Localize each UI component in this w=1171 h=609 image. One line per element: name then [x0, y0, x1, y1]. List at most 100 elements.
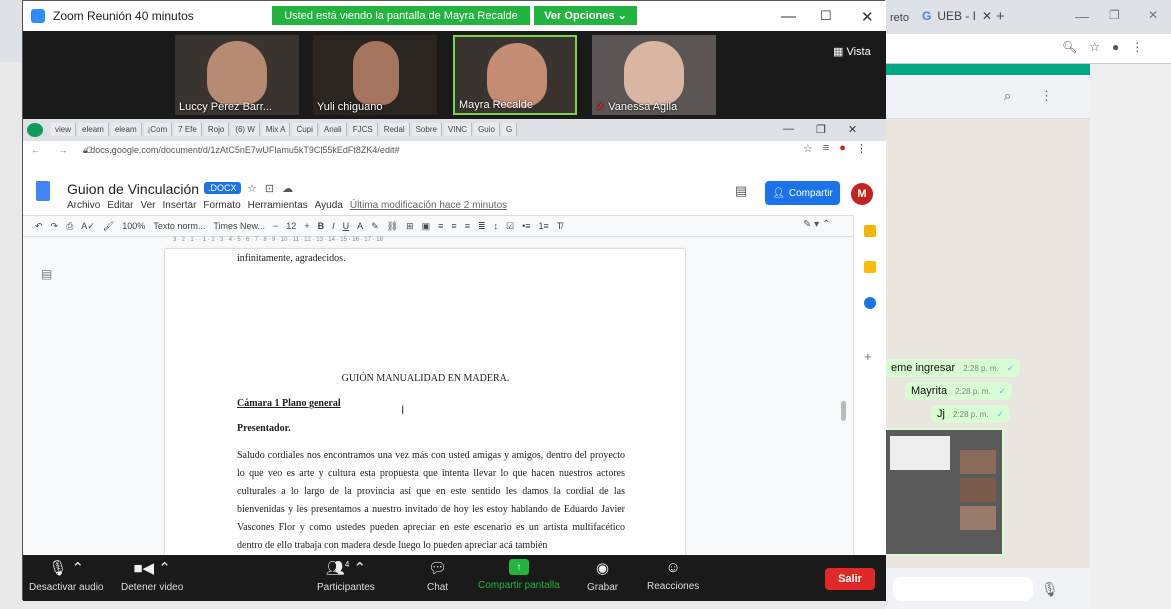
browser-tab[interactable]: (6) W: [231, 122, 260, 136]
address-bar[interactable]: ← → C ⌂ 🔒︎ docs.google.com/document/d/1zA…: [23, 141, 886, 159]
menu-item[interactable]: Editar: [107, 200, 133, 211]
leave-button[interactable]: Salir: [825, 568, 875, 590]
chat-button[interactable]: 💬︎ Chat: [427, 559, 448, 593]
browser-tab[interactable]: eleam: [78, 122, 109, 136]
chat-image-thumbnail[interactable]: [884, 428, 1004, 556]
scrollbar-thumb[interactable]: [841, 401, 846, 421]
browser-tab[interactable]: view: [51, 122, 77, 136]
new-tab-button[interactable]: +: [996, 8, 1005, 25]
print-icon[interactable]: ⎙: [66, 221, 73, 232]
browser-tab[interactable]: Guio: [474, 122, 500, 136]
browser-tab[interactable]: eleam: [110, 122, 142, 136]
browser-tab[interactable]: Anali: [319, 122, 347, 136]
google-docs-icon[interactable]: [36, 181, 50, 201]
editing-mode-icon[interactable]: ✎ ▾ ⌃: [803, 219, 830, 230]
microphone-icon[interactable]: 🎙︎: [1041, 581, 1059, 598]
chat-menu-icon[interactable]: ⋮: [1040, 88, 1053, 104]
browser-tab[interactable]: G: [501, 122, 518, 136]
calendar-icon[interactable]: [864, 297, 876, 309]
numbered-list-icon[interactable]: 1≡: [538, 221, 548, 231]
browser-tab[interactable]: FJCS: [348, 122, 378, 136]
font-size-input[interactable]: 12: [286, 221, 296, 231]
browser-tab[interactable]: Mix A: [261, 122, 291, 136]
align-right-icon[interactable]: ≡: [465, 221, 470, 231]
share-button[interactable]: 👤︎ Compartir: [765, 181, 840, 205]
zoom-minimize-icon[interactable]: —: [781, 8, 796, 25]
clear-format-icon[interactable]: T̸: [557, 221, 563, 231]
participant-tile-active[interactable]: Mayra Recalde: [453, 35, 577, 115]
image-icon[interactable]: ▣: [422, 221, 431, 232]
message-input[interactable]: [893, 577, 1033, 601]
mute-button[interactable]: 🎙︎ ⌃ Desactivar audio: [29, 559, 103, 593]
reading-list-icon[interactable]: ≡: [823, 142, 829, 155]
nav-icons[interactable]: ← → C ⌂: [31, 145, 124, 155]
participant-tile[interactable]: Luccy Pérez Barr...: [175, 35, 299, 115]
close-window-icon[interactable]: ✕: [1148, 8, 1158, 22]
comments-icon[interactable]: ▤: [735, 183, 747, 199]
add-addon-icon[interactable]: +: [864, 349, 872, 364]
reactions-button[interactable]: ☺ Reacciones: [647, 559, 699, 592]
vista-button[interactable]: ▦ Vista: [833, 45, 871, 58]
star-icon[interactable]: ☆: [803, 142, 813, 155]
font-size-increase[interactable]: +: [304, 221, 309, 231]
document-title[interactable]: Guion de Vinculación: [67, 181, 199, 197]
highlight-icon[interactable]: ✎: [371, 221, 379, 232]
style-select[interactable]: Texto norm...: [153, 221, 205, 231]
font-size-decrease[interactable]: −: [273, 221, 278, 231]
kebab-menu-icon[interactable]: ⋮: [856, 142, 867, 155]
search-icon[interactable]: ⌕: [1004, 88, 1011, 104]
user-avatar[interactable]: M: [851, 183, 873, 205]
menu-item[interactable]: Formato: [203, 200, 240, 211]
bg-tab-ueb[interactable]: G UEB - I ✕: [922, 9, 992, 23]
undo-icon[interactable]: ↶: [35, 221, 43, 232]
kebab-menu-icon[interactable]: ⋮: [1131, 40, 1143, 54]
align-center-icon[interactable]: ≡: [451, 221, 456, 231]
comment-add-icon[interactable]: ⊞: [406, 221, 414, 232]
align-left-icon[interactable]: ≡: [438, 221, 443, 231]
star-icon[interactable]: ☆: [1089, 40, 1100, 54]
line-spacing-icon[interactable]: ↕: [494, 221, 499, 231]
menu-item[interactable]: Ayuda: [315, 200, 343, 211]
font-select[interactable]: Times New...: [213, 221, 265, 231]
checklist-icon[interactable]: ☑: [506, 221, 514, 232]
text-color-icon[interactable]: A: [357, 221, 363, 231]
menu-item[interactable]: Insertar: [163, 200, 197, 211]
browser-tab[interactable]: Redal: [379, 122, 410, 136]
participants-button[interactable]: 👥︎4 ⌃ Participantes: [317, 559, 375, 593]
outline-icon[interactable]: ▤: [41, 267, 52, 281]
share-screen-button[interactable]: ↑ Compartir pantalla: [478, 559, 560, 591]
bg-tab-reto[interactable]: reto: [890, 12, 909, 24]
link-icon[interactable]: ⛓: [387, 221, 398, 232]
zoom-icon[interactable]: 🔍︎: [1062, 40, 1077, 54]
redo-icon[interactable]: ↷: [51, 221, 59, 232]
profile-icon[interactable]: ●: [1112, 40, 1119, 54]
zoom-close-icon[interactable]: ✕: [861, 8, 874, 26]
participant-tile[interactable]: ✗ Vanessa Agila: [592, 35, 716, 115]
browser-tab[interactable]: Cupi: [292, 122, 318, 136]
bold-icon[interactable]: B: [318, 221, 325, 231]
menu-item[interactable]: Herramientas: [248, 200, 308, 211]
zoom-select[interactable]: 100%: [122, 221, 145, 231]
keep-icon[interactable]: [864, 225, 876, 237]
restore-icon[interactable]: ❐: [1109, 8, 1120, 22]
bullet-list-icon[interactable]: •≡: [522, 221, 530, 231]
paint-format-icon[interactable]: 🖌︎: [103, 221, 114, 232]
browser-tab[interactable]: Sobre: [411, 122, 442, 136]
menu-item[interactable]: Archivo: [67, 200, 100, 211]
last-modified-link[interactable]: Última modificación hace 2 minutos: [350, 200, 507, 211]
zoom-maximize-icon[interactable]: ☐: [820, 8, 832, 24]
underline-icon[interactable]: U: [343, 221, 350, 231]
star-icon[interactable]: ☆: [247, 182, 257, 195]
browser-tab[interactable]: VINC: [443, 122, 473, 136]
align-justify-icon[interactable]: ≣: [478, 221, 486, 232]
close-icon[interactable]: ✕: [982, 9, 992, 23]
menu-item[interactable]: Ver: [140, 200, 155, 211]
minimize-icon[interactable]: —: [1075, 8, 1089, 24]
italic-icon[interactable]: I: [332, 221, 335, 231]
spellcheck-icon[interactable]: A✓: [81, 221, 95, 232]
move-folder-icon[interactable]: ⊡: [265, 182, 274, 195]
profile-avatar[interactable]: ●: [839, 142, 846, 155]
browser-tab[interactable]: 7 Efe: [174, 122, 202, 136]
participant-tile[interactable]: Yuli chiguano: [313, 35, 437, 115]
tasks-icon[interactable]: [864, 261, 876, 273]
